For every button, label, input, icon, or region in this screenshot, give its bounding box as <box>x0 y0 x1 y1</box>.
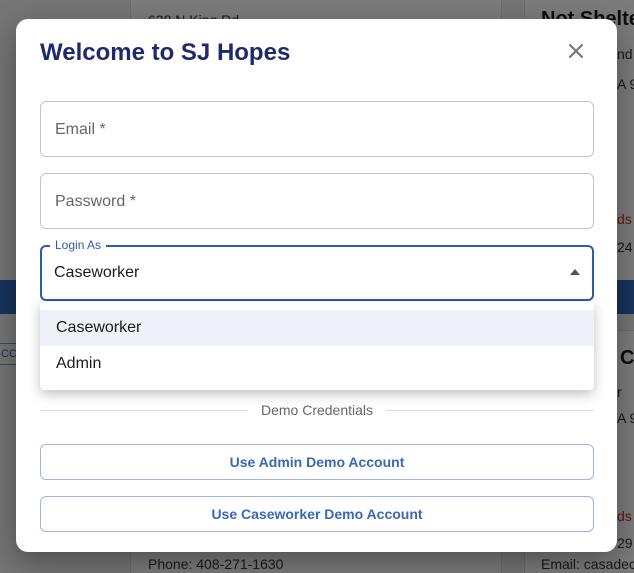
email-label: Email * <box>55 121 106 138</box>
login-as-menu: Caseworker Admin <box>40 302 594 390</box>
login-dialog: Welcome to SJ Hopes Email * Password * L… <box>16 19 617 552</box>
divider-line <box>386 410 594 411</box>
admin-demo-button[interactable]: Use Admin Demo Account <box>40 444 594 480</box>
password-label: Password * <box>55 193 136 210</box>
arrow-up-icon <box>570 269 580 275</box>
close-icon <box>569 44 583 58</box>
menu-item-admin[interactable]: Admin <box>40 346 594 382</box>
login-as-select[interactable]: Login As Caseworker <box>40 238 594 301</box>
demo-credentials-divider: Demo Credentials <box>40 401 594 421</box>
login-as-label: Login As <box>50 238 107 252</box>
login-as-value: Caseworker <box>54 264 140 281</box>
password-field[interactable]: Password * <box>40 173 594 229</box>
menu-item-caseworker[interactable]: Caseworker <box>40 310 594 346</box>
close-button[interactable] <box>562 37 590 65</box>
email-field[interactable]: Email * <box>40 101 594 157</box>
dialog-title: Welcome to SJ Hopes <box>40 39 291 66</box>
caseworker-demo-button[interactable]: Use Caseworker Demo Account <box>40 496 594 532</box>
